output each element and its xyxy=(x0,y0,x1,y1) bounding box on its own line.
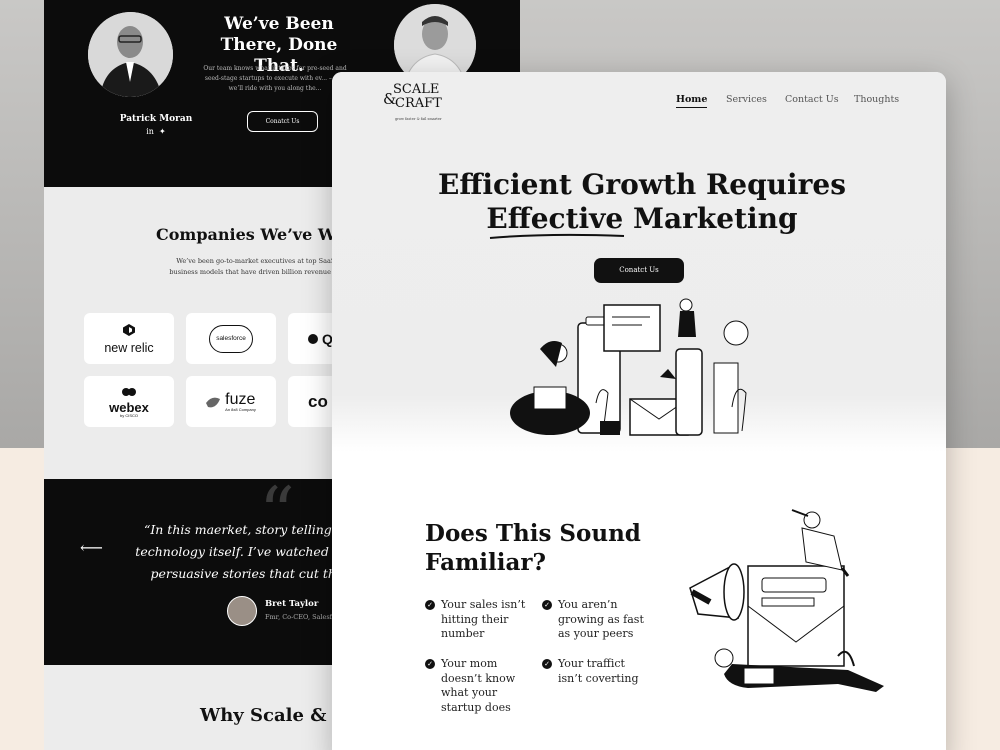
nav-home[interactable]: Home xyxy=(676,94,708,108)
hero-title-line1: Efficient Growth Requires xyxy=(438,168,846,201)
arrow-left-icon[interactable]: ⟵ xyxy=(80,538,103,557)
bret-avatar xyxy=(227,596,257,626)
pain-points-title: Does This Sound Familiar? xyxy=(425,520,641,576)
nav-contact-us[interactable]: Contact Us xyxy=(785,94,839,105)
team-copy: Our team knows what it takes for pre-see… xyxy=(203,65,347,92)
brand-tagline: grow faster & fail smarter xyxy=(395,117,442,121)
pain-point-text: Your sales isn’t hitting their number xyxy=(441,598,526,640)
hero-title: Efficient Growth Requires Effective Mark… xyxy=(412,168,872,236)
brand-line1: SCALE xyxy=(393,82,440,97)
logo-fuze: fuze An 8x8 Company xyxy=(186,376,276,427)
testimonial-author: Bret Taylor xyxy=(265,599,319,609)
nav-thoughts[interactable]: Thoughts xyxy=(854,94,899,105)
hero-title-rest: Marketing xyxy=(632,202,798,235)
fuze-icon xyxy=(206,397,221,407)
salesforce-wordmark: salesforce xyxy=(216,335,246,342)
pain-point-item: ✓ Your traffict isn’t coverting xyxy=(542,657,646,686)
check-icon: ✓ xyxy=(542,600,552,610)
webex-icon xyxy=(122,388,136,396)
testimonial-role: Fmr, Co-CEO, Salesfor xyxy=(265,613,340,621)
fuze-wordmark: fuze xyxy=(225,390,256,408)
pain-point-item: ✓ Your mom doesn’t know what your startu… xyxy=(425,657,529,715)
back-contact-button[interactable]: Conatct Us xyxy=(247,111,318,132)
co-wordmark: co xyxy=(308,391,328,411)
new-relic-icon xyxy=(122,323,135,336)
social-icons: in ✦ xyxy=(118,127,194,136)
underline-stroke xyxy=(489,233,625,239)
logo-webex: webex by CISCO xyxy=(84,376,174,427)
pain-point-text: Your mom doesn’t know what your startup … xyxy=(441,657,516,714)
nav-services[interactable]: Services xyxy=(726,94,767,105)
hero-contact-button[interactable]: Conatct Us xyxy=(594,258,684,283)
hero-title-underlined-word: Effective xyxy=(486,202,624,235)
hero-title-line2: Effective Marketing xyxy=(412,202,872,236)
twitter-icon[interactable]: ✦ xyxy=(159,127,166,136)
linkedin-icon[interactable]: in xyxy=(146,127,154,136)
logo-salesforce: salesforce xyxy=(186,313,276,364)
pain-point-text: Your traffict isn’t coverting xyxy=(558,657,639,685)
fuze-subtext: An 8x8 Company xyxy=(225,406,256,412)
front-page-preview: SCALE & CRAFT grow faster & fail smarter… xyxy=(332,72,946,750)
check-icon: ✓ xyxy=(542,659,552,669)
chat-icon xyxy=(308,333,318,344)
patrick-avatar xyxy=(88,12,173,97)
pain-point-item: ✓ Your sales isn’t hitting their number xyxy=(425,598,535,642)
pain-point-item: ✓ You aren’n growing as fast as your pee… xyxy=(542,598,652,642)
brand-line2: CRAFT xyxy=(395,96,442,111)
check-icon: ✓ xyxy=(425,659,435,669)
new-relic-wordmark: new relic xyxy=(104,340,154,355)
person-name: Patrick Moran xyxy=(119,114,193,124)
brand-logo[interactable]: SCALE & CRAFT grow faster & fail smarter xyxy=(383,82,453,122)
logo-new-relic: new relic xyxy=(84,313,174,364)
check-icon: ✓ xyxy=(425,600,435,610)
marketing-team-illustration xyxy=(510,298,749,436)
megaphone-illustration xyxy=(689,509,884,692)
pain-point-text: You aren’n growing as fast as your peers xyxy=(558,598,644,640)
